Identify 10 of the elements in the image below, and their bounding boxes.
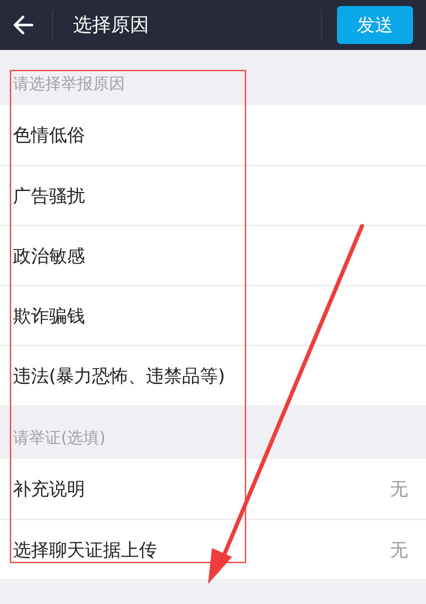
list-item[interactable]: 违法(暴力恐怖、违禁品等) — [0, 345, 426, 405]
list-item[interactable]: 政治敏感 — [0, 225, 426, 285]
section-header: 请选择举报原因 — [13, 74, 125, 95]
list-item[interactable]: 广告骚扰 — [0, 165, 426, 225]
list-item[interactable]: 色情低俗 — [0, 105, 426, 165]
list-item[interactable]: 补充说明 无 — [0, 459, 426, 519]
back-arrow-icon[interactable] — [12, 15, 34, 35]
section-header: 请举证(选填) — [13, 428, 106, 449]
screen-title: 选择原因 — [73, 13, 149, 38]
list-item[interactable]: 欺诈骗钱 — [0, 285, 426, 345]
